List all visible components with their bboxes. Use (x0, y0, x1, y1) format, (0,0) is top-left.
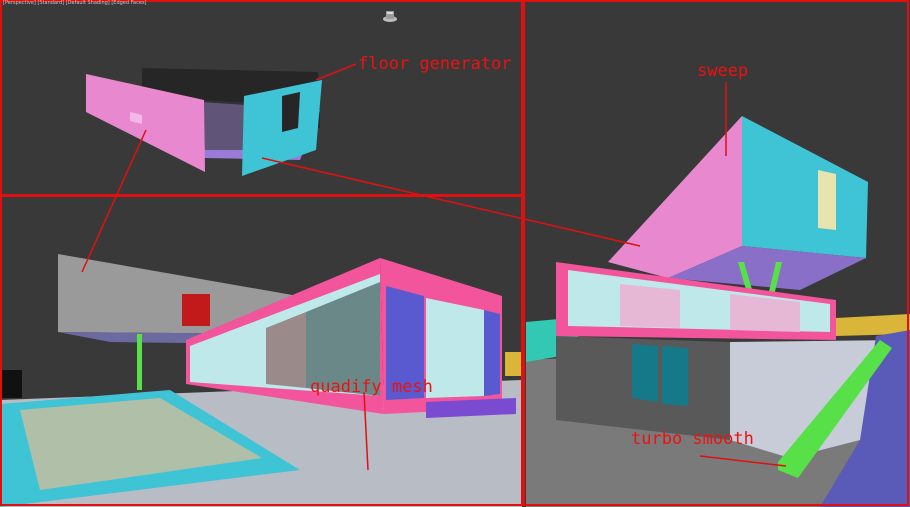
viewport-label[interactable]: [Perspective] [Standard] [Default Shadin… (3, 0, 147, 6)
annotation-turbo-smooth: turbo smooth (631, 429, 754, 449)
viewport-canvas (0, 0, 910, 507)
annotation-quadify-mesh: quadify mesh (310, 377, 433, 397)
viewcube-home-icon[interactable] (381, 9, 399, 23)
annotation-sweep: sweep (697, 61, 749, 81)
annotation-floor-generator: floor generator (358, 54, 512, 74)
viewport-layout: [Perspective] [Standard] [Default Shadin… (0, 0, 910, 507)
